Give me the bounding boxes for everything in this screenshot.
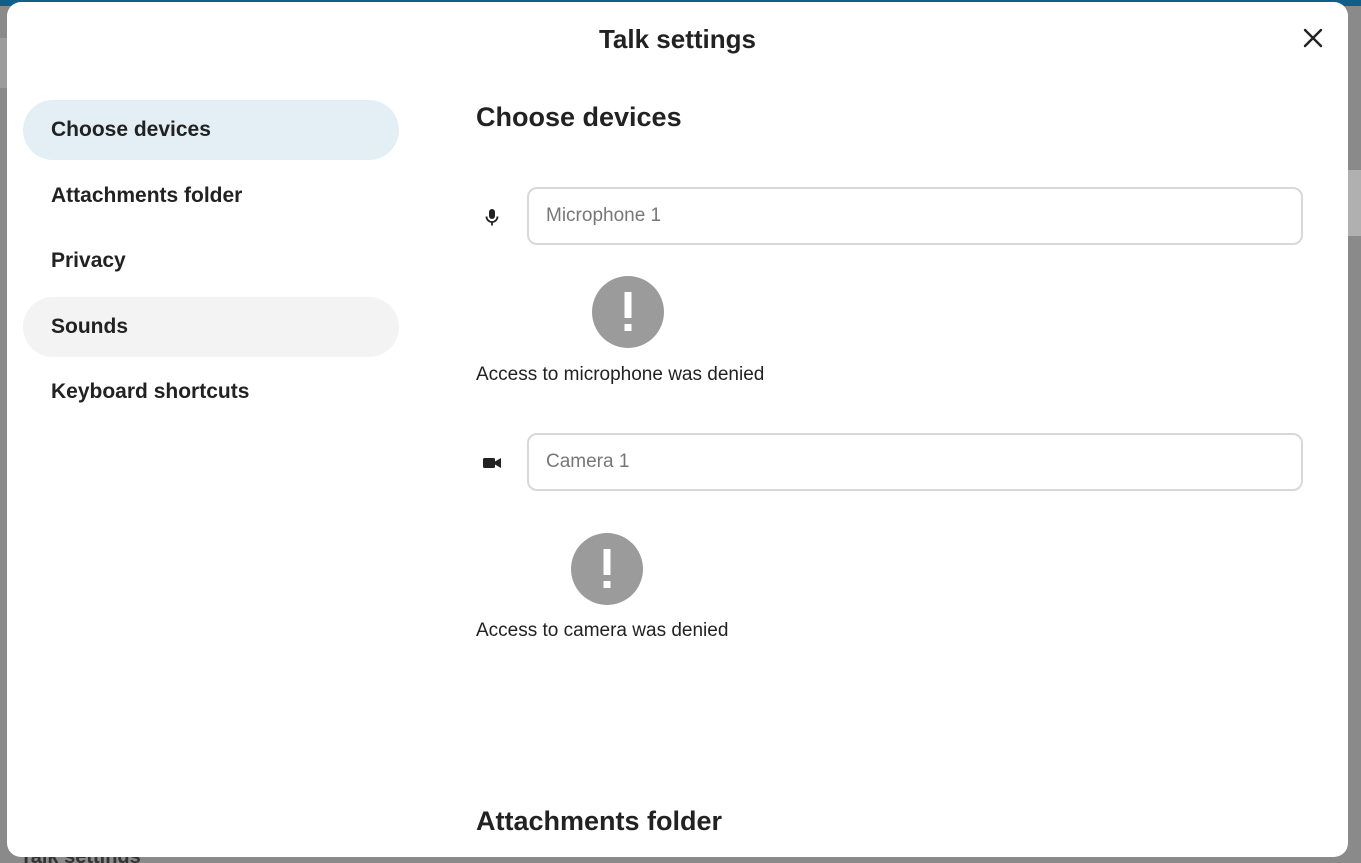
exclamation-icon xyxy=(624,292,632,331)
nav-item-choose-devices[interactable]: Choose devices xyxy=(23,100,399,160)
video-camera-icon xyxy=(483,458,501,468)
section-heading-choose-devices: Choose devices xyxy=(476,102,682,132)
dialog-title: Talk settings xyxy=(598,24,756,54)
camera-select[interactable]: Camera 1 xyxy=(527,433,1303,491)
nav-item-label: Choose devices xyxy=(51,118,211,141)
exclamation-icon xyxy=(603,549,611,588)
close-icon xyxy=(1303,28,1323,48)
background-right-edge xyxy=(1347,170,1361,236)
microphone-select[interactable]: Microphone 1 xyxy=(527,187,1303,245)
microphone-row: Microphone 1 xyxy=(476,187,1316,247)
camera-denied-badge xyxy=(571,533,643,605)
nav-item-label: Sounds xyxy=(51,314,128,338)
nav-item-label: Attachments folder xyxy=(51,183,243,207)
nav-item-label: Privacy xyxy=(51,249,126,272)
microphone-select-value: Microphone 1 xyxy=(546,205,662,226)
talk-settings-dialog: Talk settings Choose devices Attachments… xyxy=(7,2,1348,857)
microphone-denied-message: Access to microphone was denied xyxy=(476,364,765,385)
camera-select-value: Camera 1 xyxy=(546,451,630,472)
microphone-icon xyxy=(485,209,499,226)
camera-denied-message: Access to camera was denied xyxy=(476,620,729,641)
nav-item-attachments-folder[interactable]: Attachments folder xyxy=(23,166,399,226)
close-button[interactable] xyxy=(1297,22,1329,54)
camera-row: Camera 1 xyxy=(476,433,1316,493)
nav-item-label: Keyboard shortcuts xyxy=(51,380,250,403)
section-heading-attachments-folder: Attachments folder xyxy=(476,806,723,836)
nav-item-privacy[interactable]: Privacy xyxy=(23,231,399,291)
nav-item-keyboard-shortcuts[interactable]: Keyboard shortcuts xyxy=(23,362,399,422)
microphone-denied-badge xyxy=(592,276,664,348)
settings-content: Choose devices Microphone 1 Access to mi… xyxy=(476,102,1316,836)
settings-navigation: Choose devices Attachments folder Privac… xyxy=(23,100,399,428)
nav-item-sounds[interactable]: Sounds xyxy=(23,296,399,357)
